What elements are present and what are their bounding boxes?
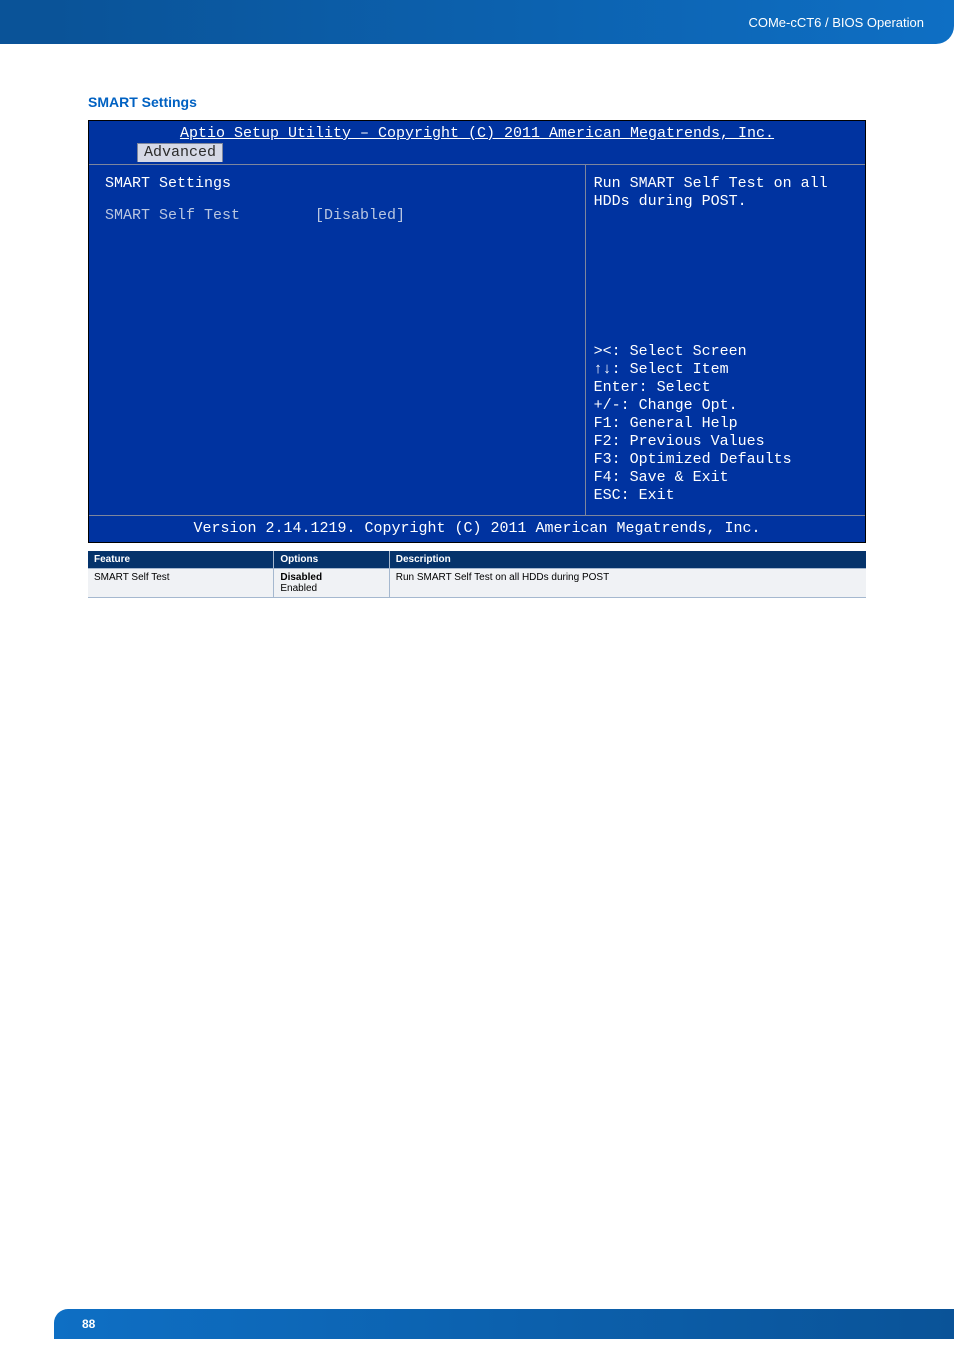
key-f3: F3: Optimized Defaults	[594, 451, 857, 469]
key-f2: F2: Previous Values	[594, 433, 857, 451]
page-number: 88	[82, 1317, 95, 1331]
td-options: Disabled Enabled	[274, 569, 389, 598]
bios-tab-advanced[interactable]: Advanced	[137, 143, 223, 162]
key-enter: Enter: Select	[594, 379, 857, 397]
page-footer-bar: 88	[54, 1309, 954, 1339]
section-title: SMART Settings	[88, 94, 866, 110]
bios-body: SMART Settings SMART Self Test [Disabled…	[89, 164, 865, 516]
key-change-opt: +/-: Change Opt.	[594, 397, 857, 415]
page-content: SMART Settings Aptio Setup Utility – Cop…	[0, 44, 954, 598]
bios-option-value: [Disabled]	[315, 207, 405, 225]
table-row: SMART Self Test Disabled Enabled Run SMA…	[88, 569, 866, 598]
page-header-bar: COMe-cCT6 / BIOS Operation	[54, 0, 954, 44]
key-f4: F4: Save & Exit	[594, 469, 857, 487]
bios-option-label: SMART Self Test	[105, 207, 315, 225]
bios-right-panel: Run SMART Self Test on all HDDs during P…	[586, 165, 865, 515]
bios-left-panel: SMART Settings SMART Self Test [Disabled…	[89, 165, 586, 515]
bios-panel-heading: SMART Settings	[105, 175, 569, 193]
header-left-stub	[0, 0, 54, 44]
option-disabled: Disabled	[280, 572, 382, 583]
option-enabled: Enabled	[280, 583, 317, 594]
breadcrumb: COMe-cCT6 / BIOS Operation	[748, 15, 924, 30]
th-options: Options	[274, 551, 389, 569]
bios-tabs-row: Advanced	[89, 143, 865, 164]
feature-table: Feature Options Description SMART Self T…	[88, 551, 866, 598]
bios-title: Aptio Setup Utility – Copyright (C) 2011…	[89, 121, 865, 143]
key-select-item: ↑↓: Select Item	[594, 361, 857, 379]
table-header-row: Feature Options Description	[88, 551, 866, 569]
th-description: Description	[389, 551, 866, 569]
td-feature: SMART Self Test	[88, 569, 274, 598]
bios-version-footer: Version 2.14.1219. Copyright (C) 2011 Am…	[89, 516, 865, 542]
bios-screenshot: Aptio Setup Utility – Copyright (C) 2011…	[88, 120, 866, 543]
key-select-screen: ><: Select Screen	[594, 343, 857, 361]
td-description: Run SMART Self Test on all HDDs during P…	[389, 569, 866, 598]
bios-help-text: Run SMART Self Test on all HDDs during P…	[594, 175, 857, 211]
key-f1: F1: General Help	[594, 415, 857, 433]
bios-option-row[interactable]: SMART Self Test [Disabled]	[105, 207, 569, 225]
key-esc: ESC: Exit	[594, 487, 857, 505]
th-feature: Feature	[88, 551, 274, 569]
bios-key-legend: ><: Select Screen ↑↓: Select Item Enter:…	[594, 343, 857, 505]
